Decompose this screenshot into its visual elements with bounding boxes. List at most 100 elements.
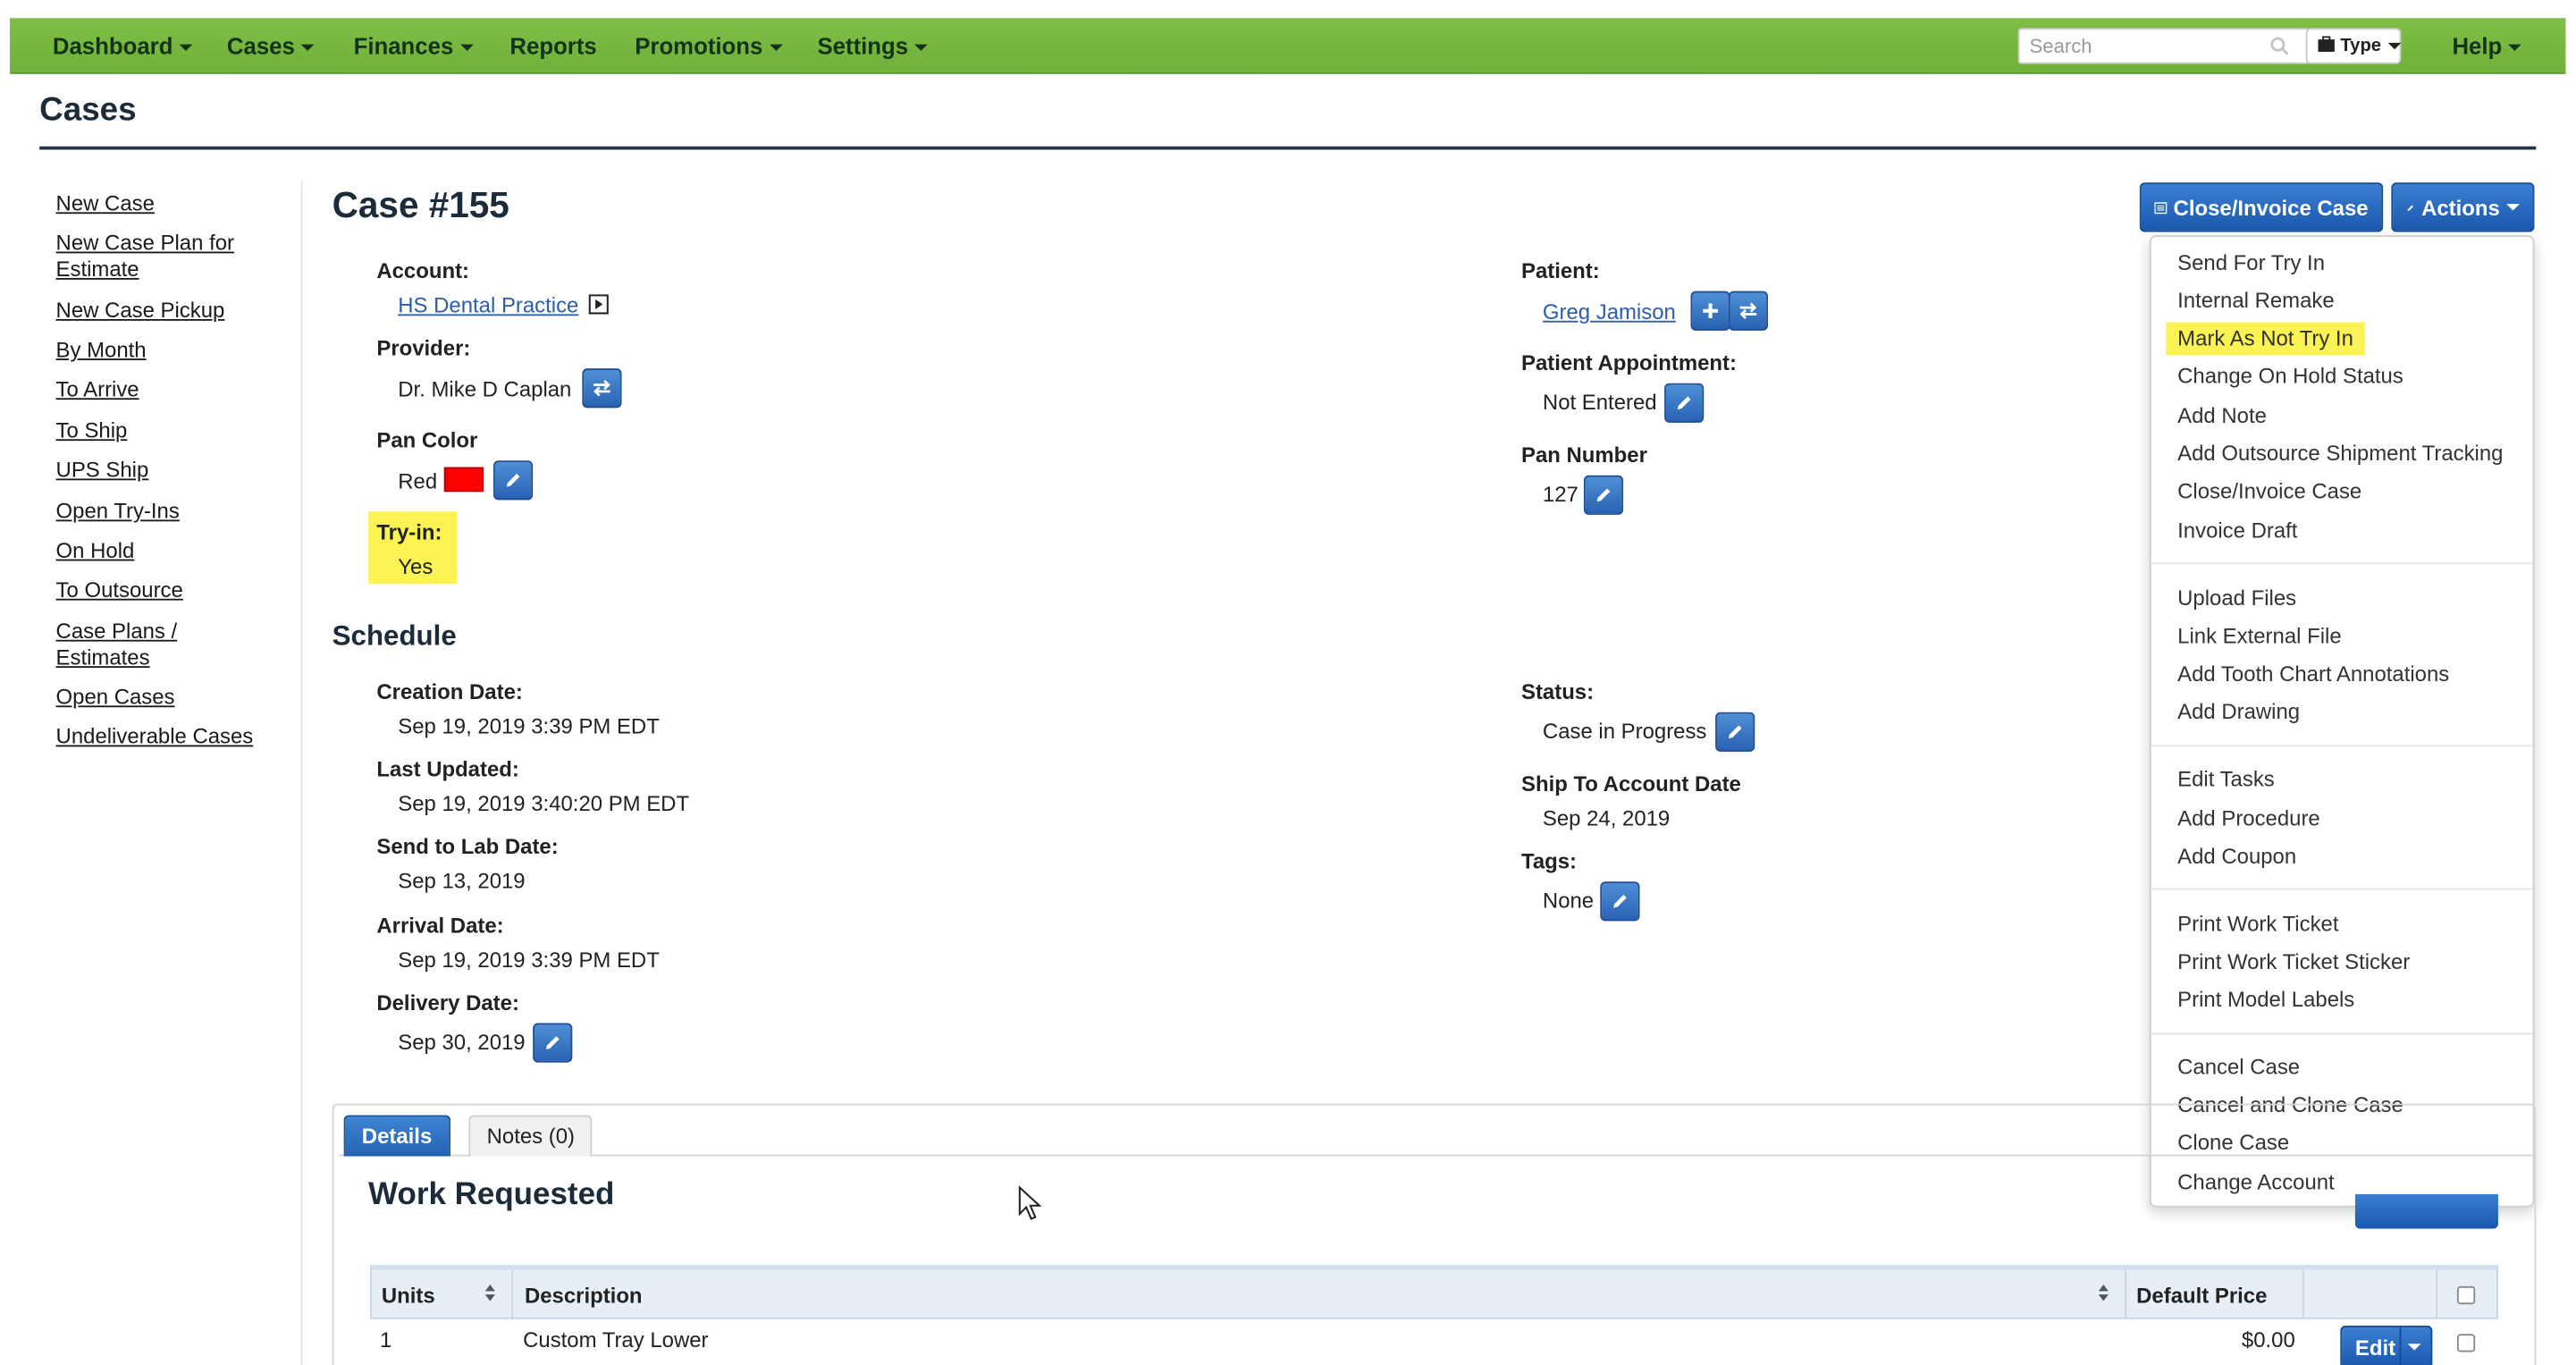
- actions-button[interactable]: Actions: [2391, 182, 2535, 232]
- row-units: 1: [380, 1327, 392, 1352]
- menu-mark-as-not-try-in[interactable]: Mark As Not Try In: [2166, 322, 2365, 356]
- sidebar-link-by-month[interactable]: By Month: [56, 337, 287, 363]
- edit-appointment-button[interactable]: [1664, 383, 1705, 423]
- column-units[interactable]: Units: [382, 1283, 435, 1308]
- patient-label: Patient:: [1521, 257, 1600, 283]
- add-patient-button[interactable]: [1690, 291, 1730, 331]
- edit-status-button[interactable]: [1715, 712, 1755, 752]
- account-link[interactable]: HS Dental Practice: [398, 293, 578, 318]
- menu-add-procedure[interactable]: Add Procedure: [2166, 803, 2331, 836]
- nav-reports[interactable]: Reports: [509, 18, 596, 74]
- search-icon[interactable]: [2269, 36, 2289, 55]
- menu-link-external-file[interactable]: Link External File: [2166, 620, 2353, 653]
- sidebar-link-to-ship[interactable]: To Ship: [56, 417, 287, 443]
- plus-icon: [1703, 303, 1718, 319]
- status-label: Status:: [1521, 678, 1595, 704]
- menu-print-work-ticket[interactable]: Print Work Ticket: [2166, 908, 2350, 941]
- sidebar-link-new-case-pickup[interactable]: New Case Pickup: [56, 298, 287, 324]
- edit-tags-button[interactable]: [1600, 881, 1640, 922]
- change-provider-button[interactable]: [582, 368, 622, 409]
- nav-cases[interactable]: Cases: [227, 18, 315, 74]
- sidebar-link-ups-ship[interactable]: UPS Ship: [56, 458, 287, 484]
- chevron-down-icon[interactable]: [2407, 1344, 2421, 1351]
- menu-add-tooth-chart-annotations[interactable]: Add Tooth Chart Annotations: [2166, 658, 2461, 691]
- work-actions-button[interactable]: [2354, 1193, 2498, 1229]
- chevron-down-icon: [914, 45, 929, 52]
- edit-pan-color-button[interactable]: [493, 460, 534, 501]
- external-link-icon[interactable]: [588, 294, 609, 315]
- menu-change-on-hold-status[interactable]: Change On Hold Status: [2166, 360, 2414, 393]
- sidebar-link-undeliverable-cases[interactable]: Undeliverable Cases: [56, 724, 287, 750]
- ship-date-label: Ship To Account Date: [1521, 771, 1741, 796]
- nav-promotions[interactable]: Promotions: [635, 18, 783, 74]
- change-patient-button[interactable]: [1728, 291, 1768, 331]
- nav-settings[interactable]: Settings: [817, 18, 929, 74]
- schedule-heading: Schedule: [332, 619, 457, 652]
- sort-icon[interactable]: [2097, 1283, 2110, 1302]
- sidebar-link-open-try-ins[interactable]: Open Try-Ins: [56, 499, 287, 525]
- column-separator: [2436, 1269, 2437, 1319]
- menu-add-outsource-shipment-tracking[interactable]: Add Outsource Shipment Tracking: [2166, 437, 2514, 470]
- menu-invoice-draft[interactable]: Invoice Draft: [2166, 515, 2309, 548]
- try-in-value: Yes: [398, 554, 434, 579]
- type-dropdown[interactable]: Type: [2305, 28, 2402, 64]
- sidebar-link-to-arrive[interactable]: To Arrive: [56, 376, 287, 402]
- column-description[interactable]: Description: [525, 1283, 643, 1308]
- pencil-icon: [545, 1036, 560, 1049]
- menu-add-coupon[interactable]: Add Coupon: [2166, 840, 2308, 873]
- menu-print-work-ticket-sticker[interactable]: Print Work Ticket Sticker: [2166, 946, 2421, 979]
- tab-notes[interactable]: Notes (0): [468, 1115, 593, 1157]
- nav-dashboard[interactable]: Dashboard: [53, 18, 193, 74]
- details-panel: [332, 1103, 2537, 1365]
- provider-value: Dr. Mike D Caplan: [398, 376, 572, 401]
- tab-details[interactable]: Details: [343, 1115, 450, 1157]
- search-input[interactable]: [2017, 28, 2310, 64]
- menu-print-model-labels[interactable]: Print Model Labels: [2166, 983, 2366, 1016]
- tags-label: Tags:: [1521, 848, 1578, 874]
- menu-add-note[interactable]: Add Note: [2166, 400, 2277, 433]
- menu-edit-tasks[interactable]: Edit Tasks: [2166, 763, 2286, 796]
- menu-cancel-case[interactable]: Cancel Case: [2166, 1051, 2311, 1084]
- sidebar-link-new-case-plan[interactable]: New Case Plan for Estimate: [56, 231, 287, 283]
- pencil-icon: [1613, 894, 1627, 908]
- delivery-date-value: Sep 30, 2019: [398, 1029, 526, 1055]
- column-default-price[interactable]: Default Price: [2136, 1283, 2267, 1308]
- menu-close-invoice-case[interactable]: Close/Invoice Case: [2166, 476, 2373, 509]
- sidebar-link-case-plans[interactable]: Case Plans / Estimates: [56, 619, 205, 671]
- invoice-icon: [2154, 201, 2168, 214]
- status-value: Case in Progress: [1542, 719, 1707, 744]
- sort-icon[interactable]: [484, 1283, 497, 1302]
- menu-divider: [2151, 888, 2533, 890]
- appointment-value: Not Entered: [1542, 390, 1657, 415]
- chevron-down-icon: [301, 45, 315, 52]
- last-updated-value: Sep 19, 2019 3:40:20 PM EDT: [398, 791, 690, 816]
- sidebar-link-new-case[interactable]: New Case: [56, 190, 287, 216]
- row-checkbox[interactable]: [2456, 1334, 2476, 1352]
- row-edit-button[interactable]: Edit: [2340, 1326, 2433, 1365]
- pencil-icon: [1596, 488, 1611, 502]
- ship-date-value: Sep 24, 2019: [1542, 805, 1671, 831]
- delivery-date-label: Delivery Date:: [376, 990, 519, 1015]
- select-all-checkbox[interactable]: [2456, 1285, 2476, 1305]
- menu-internal-remake[interactable]: Internal Remake: [2166, 284, 2345, 317]
- nav-help[interactable]: Help: [2452, 18, 2522, 74]
- edit-delivery-date-button[interactable]: [533, 1023, 573, 1063]
- patient-link[interactable]: Greg Jamison: [1543, 299, 1676, 324]
- pan-number-value: 127: [1542, 482, 1578, 507]
- menu-upload-files[interactable]: Upload Files: [2166, 582, 2308, 615]
- menu-add-drawing[interactable]: Add Drawing: [2166, 695, 2311, 729]
- column-separator: [511, 1269, 514, 1319]
- pan-number-label: Pan Number: [1521, 442, 1647, 468]
- pencil-icon: [1728, 725, 1742, 739]
- sidebar-divider: [300, 181, 303, 1365]
- menu-send-for-try-in[interactable]: Send For Try In: [2166, 247, 2336, 280]
- send-to-lab-label: Send to Lab Date:: [376, 833, 559, 859]
- sidebar-link-on-hold[interactable]: On Hold: [56, 538, 287, 564]
- nav-finances[interactable]: Finances: [354, 18, 474, 74]
- sidebar-link-open-cases[interactable]: Open Cases: [56, 684, 287, 710]
- arrival-date-label: Arrival Date:: [376, 913, 504, 938]
- close-invoice-button[interactable]: Close/Invoice Case: [2139, 182, 2384, 232]
- edit-pan-number-button[interactable]: [1583, 475, 1624, 515]
- sidebar-link-to-outsource[interactable]: To Outsource: [56, 577, 287, 603]
- title-divider: [39, 146, 2537, 150]
